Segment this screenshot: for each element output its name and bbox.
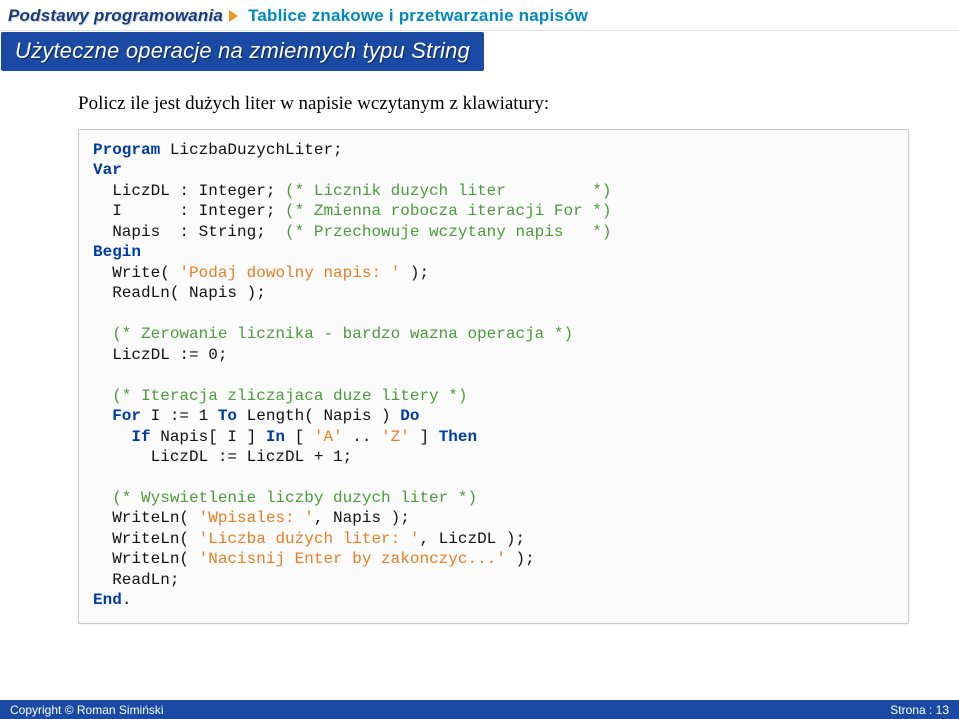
code-t [93, 428, 131, 446]
comment: (* Licznik duzych liter *) [285, 182, 611, 200]
string-literal: 'Liczba dużych liter: ' [199, 530, 420, 548]
code-t: ] [410, 428, 439, 446]
code-t: ); [506, 550, 535, 568]
subject-label: Tablice znakowe i przetwarzanie napisów [248, 6, 588, 26]
code-t: LiczDL := LiczDL + 1; [93, 448, 352, 466]
page-label: Strona : [890, 703, 935, 717]
code-t: WriteLn( [93, 530, 199, 548]
kw-in: In [266, 428, 285, 446]
page-title: Użyteczne operacje na zmiennych typu Str… [1, 32, 484, 71]
code-t: I := 1 [141, 407, 218, 425]
string-literal: 'Z' [381, 428, 410, 446]
code-t: Napis[ I ] [151, 428, 266, 446]
code-t: Napis : String; [93, 223, 285, 241]
string-literal: 'A' [314, 428, 343, 446]
code-t: Length( Napis ) [237, 407, 400, 425]
header: Podstawy programowania Tablice znakowe i… [0, 0, 959, 31]
string-literal: 'Podaj dowolny napis: ' [179, 264, 400, 282]
code-t [93, 387, 112, 405]
kw-end: End [93, 591, 122, 609]
code-t: WriteLn( [93, 550, 199, 568]
code-t: LiczDL : Integer; [93, 182, 285, 200]
prompt-text: Policz ile jest dużych liter w napisie w… [78, 93, 909, 115]
code-listing: Program LiczbaDuzychLiter; Var LiczDL : … [93, 140, 894, 611]
footer: Copyright © Roman Simiński Strona : 13 [0, 700, 959, 719]
kw-do: Do [400, 407, 419, 425]
code-box: Program LiczbaDuzychLiter; Var LiczDL : … [78, 129, 909, 624]
code-t: , Napis ); [314, 509, 410, 527]
code-t [93, 489, 112, 507]
page-number: 13 [936, 703, 949, 717]
code-t: LiczDL := 0; [93, 346, 227, 364]
footer-page: Strona : 13 [890, 703, 949, 717]
kw-program: Program [93, 141, 160, 159]
kw-begin: Begin [93, 243, 141, 261]
comment: (* Przechowuje wczytany napis *) [285, 223, 611, 241]
code-t: ); [400, 264, 429, 282]
code-t: Write( [93, 264, 179, 282]
comment: (* Zmienna robocza iteracji For *) [285, 202, 611, 220]
code-t: WriteLn( [93, 509, 199, 527]
author-name: Roman Simiński [77, 703, 164, 717]
content-area: Policz ile jest dużych liter w napisie w… [0, 71, 959, 634]
code-t: .. [343, 428, 381, 446]
copyright-label: Copyright © [10, 703, 77, 717]
brand-label: Podstawy programowania [8, 6, 223, 26]
comment: (* Iteracja zliczajaca duze litery *) [112, 387, 467, 405]
kw-if: If [131, 428, 150, 446]
code-t: I : Integer; [93, 202, 285, 220]
code-t: , LiczDL ); [419, 530, 525, 548]
code-t [93, 325, 112, 343]
code-t: [ [285, 428, 314, 446]
comment: (* Wyswietlenie liczby duzych liter *) [112, 489, 477, 507]
kw-for: For [112, 407, 141, 425]
string-literal: 'Wpisales: ' [199, 509, 314, 527]
code-t: LiczbaDuzychLiter; [160, 141, 342, 159]
code-t: ReadLn; [93, 571, 179, 589]
code-t: . [122, 591, 132, 609]
string-literal: 'Nacisnij Enter by zakonczyc...' [199, 550, 506, 568]
footer-copyright: Copyright © Roman Simiński [10, 703, 164, 717]
kw-to: To [218, 407, 237, 425]
code-t: ReadLn( Napis ); [93, 284, 266, 302]
comment: (* Zerowanie licznika - bardzo wazna ope… [112, 325, 573, 343]
kw-var: Var [93, 161, 122, 179]
brand-arrow-icon [229, 10, 238, 22]
kw-then: Then [439, 428, 477, 446]
code-t [93, 407, 112, 425]
